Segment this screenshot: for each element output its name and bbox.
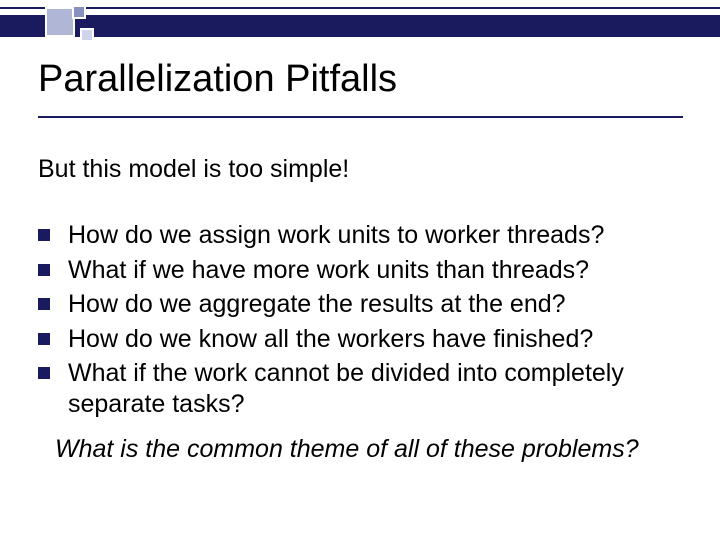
bullet-text: How do we aggregate the results at the e… bbox=[68, 289, 566, 320]
deco-square-large bbox=[45, 7, 75, 37]
slide-container: Parallelization Pitfalls But this model … bbox=[0, 0, 720, 540]
slide-title: Parallelization Pitfalls bbox=[38, 58, 397, 101]
bullet-text: What if the work cannot be divided into … bbox=[68, 358, 678, 419]
bullet-text: What if we have more work units than thr… bbox=[68, 255, 589, 286]
deco-square-small-2 bbox=[80, 28, 94, 42]
slide-subtitle: But this model is too simple! bbox=[38, 155, 349, 184]
thin-rule bbox=[0, 7, 720, 9]
footer-question: What is the common theme of all of these… bbox=[55, 435, 639, 464]
deco-square-small-1 bbox=[72, 5, 86, 19]
bullet-square-icon bbox=[38, 264, 50, 276]
bullet-text: How do we assign work units to worker th… bbox=[68, 220, 604, 251]
bullet-list: How do we assign work units to worker th… bbox=[38, 220, 678, 423]
bullet-item: How do we know all the workers have fini… bbox=[38, 324, 678, 355]
bullet-item: How do we assign work units to worker th… bbox=[38, 220, 678, 251]
bullet-item: What if we have more work units than thr… bbox=[38, 255, 678, 286]
bullet-square-icon bbox=[38, 229, 50, 241]
thick-rule bbox=[0, 15, 720, 37]
top-decoration bbox=[0, 0, 720, 46]
title-underline bbox=[38, 116, 683, 118]
bullet-item: How do we aggregate the results at the e… bbox=[38, 289, 678, 320]
bullet-square-icon bbox=[38, 298, 50, 310]
bullet-square-icon bbox=[38, 367, 50, 379]
bullet-text: How do we know all the workers have fini… bbox=[68, 324, 593, 355]
bullet-square-icon bbox=[38, 333, 50, 345]
bullet-item: What if the work cannot be divided into … bbox=[38, 358, 678, 419]
